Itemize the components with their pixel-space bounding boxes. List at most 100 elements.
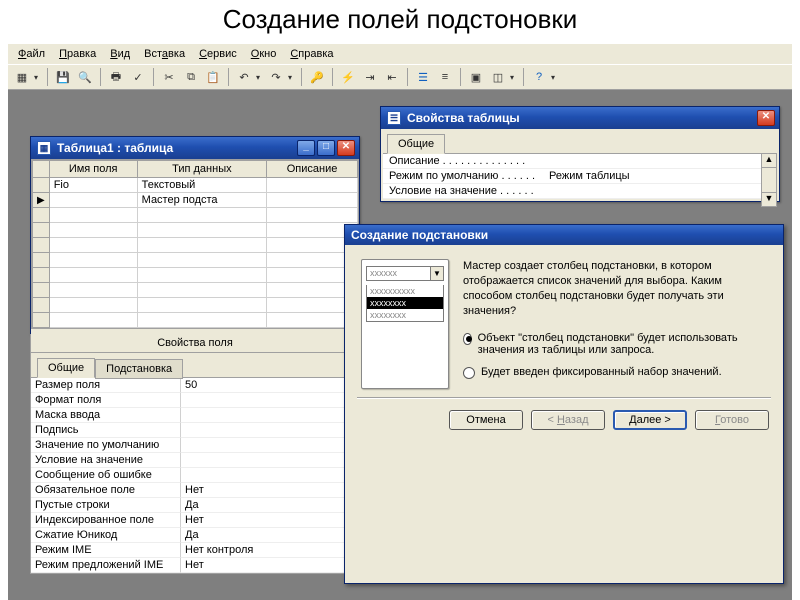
tab-lookup[interactable]: Подстановка [95,359,183,379]
field-properties-pane: Свойства поля Общие Подстановка Размер п… [30,334,360,574]
menu-window[interactable]: Окно [245,46,283,62]
prop-value[interactable]: Нет [181,513,359,528]
menu-help[interactable]: Справка [284,46,339,62]
prop-value[interactable] [181,468,359,483]
scroll-up-icon[interactable]: ▲ [762,154,776,168]
prop-value[interactable] [181,423,359,438]
table-row[interactable] [33,238,358,253]
prop-value[interactable] [543,154,777,168]
dropdown-icon[interactable]: ▾ [288,73,296,82]
view-mode-icon[interactable]: ▦ [12,67,32,87]
window-title: Свойства таблицы [407,111,520,125]
scroll-down-icon[interactable]: ▼ [762,192,776,206]
page-title: Создание полей подстоновки [0,0,800,41]
titlebar[interactable]: ☰ Свойства таблицы ✕ [381,107,779,129]
prop-value[interactable] [181,393,359,408]
insert-rows-icon[interactable]: ⇥ [360,67,380,87]
dropdown-icon[interactable]: ▾ [510,73,518,82]
table-row[interactable] [33,253,358,268]
help-icon[interactable]: ? [529,67,549,87]
delete-rows-icon[interactable]: ⇤ [382,67,402,87]
wizard-option-table[interactable]: Объект "столбец подстановки" будет испол… [463,332,767,356]
finish-button[interactable]: Готово [695,410,769,430]
column-header[interactable]: Тип данных [137,161,266,178]
dropdown-icon[interactable]: ▾ [551,73,559,82]
paste-icon[interactable]: 📋 [203,67,223,87]
next-button[interactable]: Далее > [613,410,687,430]
prop-value[interactable] [181,408,359,423]
tab-general[interactable]: Общие [387,134,445,154]
scrollbar[interactable]: ▲ ▼ [761,153,777,207]
prop-key: Значение по умолчанию [31,438,181,453]
undo-icon[interactable]: ↶ [234,67,254,87]
prop-value[interactable] [181,438,359,453]
prop-key: Формат поля [31,393,181,408]
new-object-icon[interactable]: ◫ [488,67,508,87]
spellcheck-icon[interactable]: ✓ [128,67,148,87]
print-icon[interactable]: 🖶 [106,67,126,87]
redo-icon[interactable]: ↷ [266,67,286,87]
field-type-cell[interactable]: Мастер подста [137,193,266,208]
prop-value[interactable] [181,453,359,468]
properties-grid[interactable]: Размер поля50 Формат поля Маска ввода По… [31,377,359,573]
dropdown-icon[interactable]: ▾ [256,73,264,82]
table-row[interactable] [33,268,358,283]
prop-value[interactable]: Нет контроля [181,543,359,558]
row-selector[interactable]: ▶ [33,193,50,208]
close-button[interactable]: ✕ [337,140,355,156]
table-row[interactable] [33,223,358,238]
cancel-button[interactable]: Отмена [449,410,523,430]
table-row[interactable]: ▶ Мастер подста [33,193,358,208]
menu-file[interactable]: ФФайлайл [12,46,51,62]
cut-icon[interactable]: ✂ [159,67,179,87]
column-header[interactable]: Имя поля [49,161,137,178]
menu-insert[interactable]: Вставка [138,46,191,62]
save-icon[interactable]: 💾 [53,67,73,87]
radio-icon[interactable] [463,367,475,379]
back-button[interactable]: < Назад [531,410,605,430]
maximize-button[interactable]: □ [317,140,335,156]
table-properties-grid[interactable]: Описание . . . . . . . . . . . . . . Реж… [383,153,777,199]
row-selector[interactable] [33,178,50,193]
print-preview-icon[interactable]: 🔍 [75,67,95,87]
prop-value[interactable] [543,184,777,198]
field-name-cell[interactable]: Fio [49,178,137,193]
field-desc-cell[interactable] [267,178,358,193]
key-icon[interactable]: 🔑 [307,67,327,87]
prop-value[interactable]: Да [181,528,359,543]
field-type-cell[interactable]: Текстовый [137,178,266,193]
table-row[interactable]: Fio Текстовый [33,178,358,193]
titlebar[interactable]: Создание подстановки [345,225,783,245]
wizard-preview: xxxxxx ▼ xxxxxxxxxx xxxxxxxx xxxxxxxx [361,259,449,389]
titlebar[interactable]: ▦ Таблица1 : таблица _ □ ✕ [31,137,359,159]
prop-value[interactable]: Нет [181,483,359,498]
prop-value[interactable]: Да [181,498,359,513]
table-row[interactable] [33,283,358,298]
radio-icon[interactable] [463,333,472,345]
properties-icon[interactable]: ☰ [413,67,433,87]
table-row[interactable] [33,298,358,313]
tab-general[interactable]: Общие [37,358,95,378]
field-desc-cell[interactable] [267,193,358,208]
menu-tools[interactable]: Сервис [193,46,243,62]
menu-view[interactable]: Вид [104,46,136,62]
prop-value[interactable]: 50 [181,378,359,393]
minimize-button[interactable]: _ [297,140,315,156]
prop-key: Режим предложений IME [31,558,181,573]
prop-value[interactable]: Нет [181,558,359,573]
wizard-option-fixed[interactable]: Будет введен фиксированный набор значени… [463,366,767,379]
column-header[interactable]: Описание [267,161,358,178]
field-grid[interactable]: Имя поля Тип данных Описание Fio Текстов… [31,159,359,329]
database-window-icon[interactable]: ▣ [466,67,486,87]
wizard-buttons: Отмена < Назад Далее > Готово [345,398,783,444]
table-row[interactable] [33,313,358,328]
field-name-cell[interactable] [49,193,137,208]
close-button[interactable]: ✕ [757,110,775,126]
table-row[interactable] [33,208,358,223]
lightning-icon[interactable]: ⚡ [338,67,358,87]
dropdown-icon[interactable]: ▾ [34,73,42,82]
menu-edit[interactable]: Правка [53,46,102,62]
indexes-icon[interactable]: ≡ [435,67,455,87]
prop-value[interactable]: Режим таблицы [543,169,777,183]
copy-icon[interactable]: ⧉ [181,67,201,87]
